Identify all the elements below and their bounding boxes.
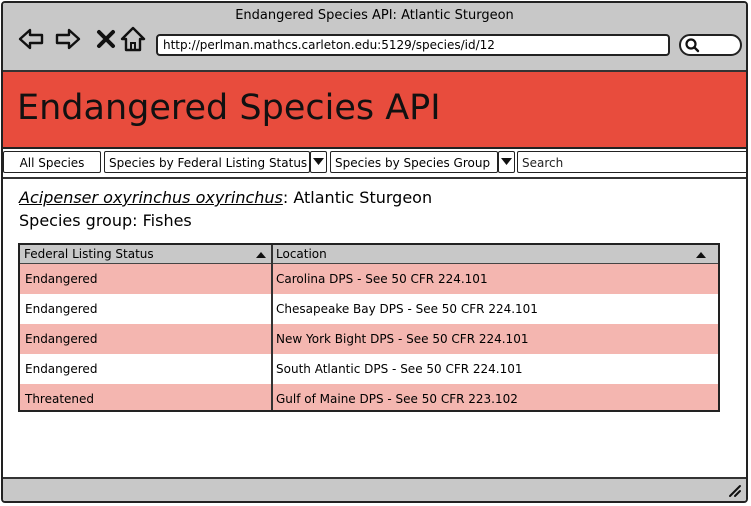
browser-window: Endangered Species API: Atlantic Sturgeo… [1, 1, 748, 503]
location-cell: New York Bight DPS - See 50 CFR 224.101 [276, 332, 529, 346]
table-row[interactable]: Endangered Carolina DPS - See 50 CFR 224… [20, 264, 718, 294]
column-header-label: Location [276, 247, 327, 261]
table-header: Federal Listing Status Location [20, 245, 718, 264]
table-row[interactable]: Endangered Chesapeake Bay DPS - See 50 C… [20, 294, 718, 324]
dropdown-species-by-group[interactable]: Species by Species Group [330, 151, 498, 173]
url-bar[interactable]: http://perlman.mathcs.carleton.edu:5129/… [156, 34, 670, 56]
species-group-label: Species group: [19, 211, 138, 230]
location-cell: Chesapeake Bay DPS - See 50 CFR 224.101 [276, 302, 538, 316]
status-cell: Endangered [25, 362, 98, 376]
column-header-label: Federal Listing Status [24, 247, 154, 261]
forward-arrow-icon[interactable] [54, 25, 82, 53]
status-cell: Endangered [25, 272, 98, 286]
table-row[interactable]: Endangered South Atlantic DPS - See 50 C… [20, 354, 718, 384]
status-cell: Endangered [25, 332, 98, 346]
status-dropdown-button[interactable] [310, 151, 327, 173]
location-cell: Gulf of Maine DPS - See 50 CFR 223.102 [276, 392, 518, 406]
site-title: Endangered Species API [17, 88, 441, 128]
header-federal-listing-status[interactable]: Federal Listing Status [20, 245, 271, 264]
table-row[interactable]: Endangered New York Bight DPS - See 50 C… [20, 324, 718, 354]
site-banner: Endangered Species API [3, 72, 746, 149]
location-cell: Carolina DPS - See 50 CFR 224.101 [276, 272, 488, 286]
table-row[interactable]: Threatened Gulf of Maine DPS - See 50 CF… [20, 384, 718, 410]
back-arrow-icon[interactable] [17, 25, 45, 53]
sort-asc-icon[interactable] [256, 252, 266, 258]
scientific-name[interactable]: Acipenser oxyrinchus oxyrinchus [19, 188, 283, 207]
name-separator: : [282, 188, 289, 207]
header-location[interactable]: Location [272, 245, 718, 264]
group-dropdown-button[interactable] [498, 151, 515, 173]
search-icon [685, 38, 700, 53]
browser-chrome: Endangered Species API: Atlantic Sturgeo… [3, 3, 746, 72]
species-group-value: Fishes [142, 211, 192, 230]
close-x-icon[interactable] [92, 25, 120, 53]
listing-table: Federal Listing Status Location Endanger… [18, 243, 720, 412]
search-input[interactable]: Search [517, 151, 746, 173]
browser-search-box[interactable] [679, 34, 742, 56]
common-name: Atlantic Sturgeon [293, 188, 433, 207]
column-divider [271, 245, 273, 410]
species-heading: Acipenser oxyrinchus oxyrinchus: Atlanti… [19, 188, 432, 207]
tab-all-species[interactable]: All Species [3, 151, 101, 173]
window-title: Endangered Species API: Atlantic Sturgeo… [235, 8, 514, 23]
status-cell: Threatened [25, 392, 95, 406]
dropdown-species-by-status[interactable]: Species by Federal Listing Status [104, 151, 310, 173]
status-bar [3, 477, 746, 501]
chevron-down-icon [501, 158, 512, 165]
resize-grip-icon[interactable] [726, 482, 742, 498]
home-icon[interactable] [119, 25, 147, 53]
sort-asc-icon[interactable] [696, 252, 706, 258]
chevron-down-icon [313, 158, 324, 165]
status-cell: Endangered [25, 302, 98, 316]
location-cell: South Atlantic DPS - See 50 CFR 224.101 [276, 362, 523, 376]
species-group-line: Species group: Fishes [19, 211, 192, 230]
nav-bar: All Species Species by Federal Listing S… [3, 149, 746, 179]
